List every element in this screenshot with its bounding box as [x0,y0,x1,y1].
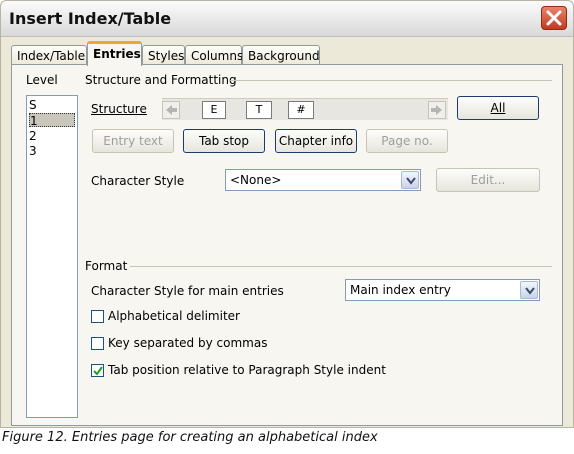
edit-button[interactable]: Edit... [436,168,540,192]
level-item-1[interactable]: 1 [29,113,75,128]
tab-entries[interactable]: Entries [87,41,142,66]
token-entry[interactable]: E [202,101,226,119]
entries-panel: Level S 1 2 3 Structure and Formatting S… [11,64,563,426]
structure-editor[interactable]: E T # [162,98,448,120]
scroll-left-button[interactable] [162,101,180,119]
tab-position-checkbox[interactable] [91,364,104,377]
token-page-number[interactable]: # [288,101,314,119]
char-style-value: <None> [230,173,282,187]
tab-background[interactable]: Background [242,45,320,65]
arrow-right-icon [429,105,445,121]
level-list[interactable]: S 1 2 3 [26,95,78,418]
alphabetical-delimiter-label: Alphabetical delimiter [108,309,240,323]
scroll-right-button[interactable] [428,101,446,119]
tab-position-label: Tab position relative to Paragraph Style… [108,363,386,377]
main-entries-value: Main index entry [350,283,451,297]
tab-stop-button[interactable]: Tab stop [183,129,265,153]
alphabetical-delimiter-checkbox[interactable] [91,310,104,323]
structure-heading: Structure and Formatting [85,73,237,87]
key-separated-label: Key separated by commas [108,336,268,350]
all-button[interactable]: All [457,96,539,120]
level-item-3[interactable]: 3 [29,144,75,158]
insert-index-dialog: Insert Index/Table Index/Table Entries S… [0,0,574,428]
key-separated-checkbox[interactable] [91,337,104,350]
tab-index-table[interactable]: Index/Table [11,45,87,65]
all-button-label: All [490,101,506,115]
structure-separator [230,80,552,81]
close-button[interactable] [541,6,567,30]
char-style-label: Character Style [91,174,185,188]
char-style-dropdown-button[interactable] [401,171,419,189]
tab-columns[interactable]: Columns [185,45,243,65]
figure-caption: Figure 12. Entries page for creating an … [2,430,378,445]
format-separator [130,266,552,267]
main-entries-select[interactable]: Main index entry [345,279,540,301]
entry-text-button[interactable]: Entry text [92,129,174,153]
level-item-2[interactable]: 2 [29,129,75,143]
arrow-left-icon [163,105,179,121]
level-item-s[interactable]: S [29,98,75,112]
main-entries-label: Character Style for main entries [91,284,284,298]
level-label: Level [26,73,58,87]
title-bar: Insert Index/Table [1,1,573,37]
structure-label: Structure [91,102,147,116]
tab-styles[interactable]: Styles [142,45,185,65]
main-entries-dropdown-button[interactable] [520,281,538,299]
page-no-button[interactable]: Page no. [366,129,448,153]
char-style-select[interactable]: <None> [225,169,421,191]
chapter-info-button[interactable]: Chapter info [275,129,357,153]
format-heading: Format [85,259,128,273]
dialog-title: Insert Index/Table [9,9,172,28]
token-tab-stop[interactable]: T [246,101,272,119]
